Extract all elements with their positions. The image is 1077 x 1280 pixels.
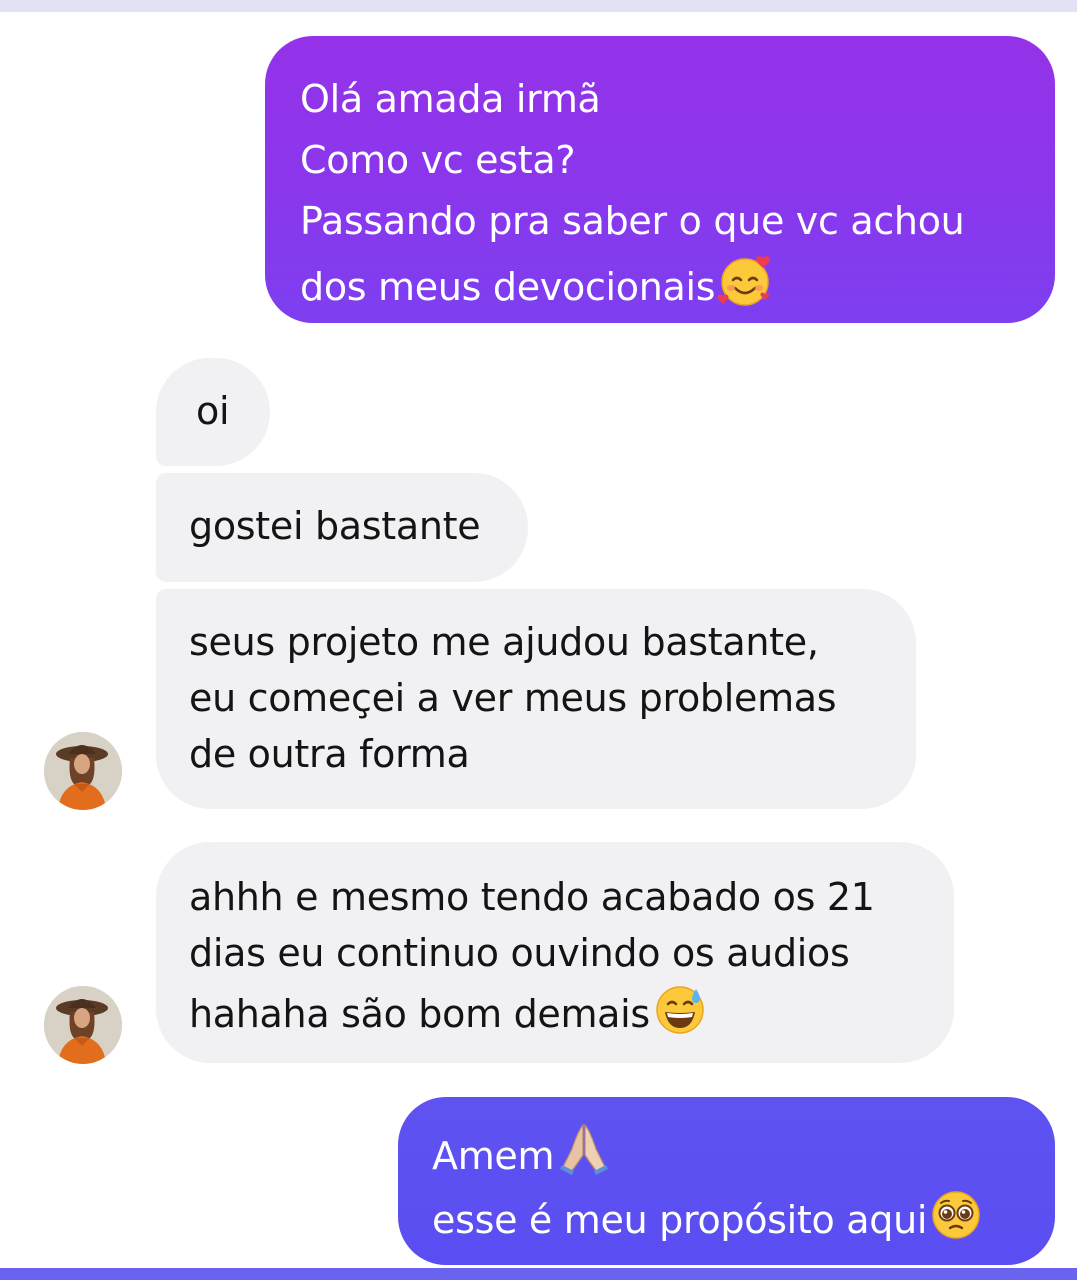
message-line: Como vc esta? bbox=[300, 138, 576, 182]
message-line: Passando pra saber o que vc achou bbox=[300, 199, 965, 243]
message-line: dias eu continuo ouvindo os audios bbox=[189, 931, 850, 975]
incoming-message-bubble[interactable]: seus projeto me ajudou bastante, eu come… bbox=[156, 589, 916, 809]
contact-avatar[interactable] bbox=[44, 732, 122, 810]
smiling-face-with-hearts-icon bbox=[717, 256, 771, 306]
incoming-message-bubble[interactable]: gostei bastante bbox=[156, 473, 528, 582]
message-line-with-emoji: hahaha são bom demais bbox=[189, 981, 954, 1042]
outgoing-message-bubble[interactable]: Olá amada irmã Como vc esta? Passando pr… bbox=[265, 36, 1055, 323]
outgoing-message-bubble[interactable]: Amem esse é meu propósito aqui bbox=[398, 1097, 1055, 1265]
message-line: gostei bastante bbox=[189, 504, 481, 548]
incoming-message-bubble[interactable]: oi bbox=[156, 358, 270, 466]
grinning-face-with-sweat-icon bbox=[656, 986, 704, 1034]
message-line-with-emoji: Amem bbox=[432, 1121, 1055, 1187]
message-line: ahhh e mesmo tendo acabado os 21 bbox=[189, 875, 875, 919]
pleading-face-icon bbox=[932, 1191, 980, 1239]
message-line-text: hahaha são bom demais bbox=[189, 992, 650, 1036]
folded-hands-icon bbox=[560, 1123, 609, 1175]
bottom-edge-strip bbox=[0, 1268, 1077, 1280]
message-line: seus projeto me ajudou bastante, bbox=[189, 620, 819, 664]
message-line-text: Amem bbox=[432, 1134, 555, 1178]
message-line-text: esse é meu propósito aqui bbox=[432, 1198, 928, 1242]
message-line-with-emoji: dos meus devocionais bbox=[300, 252, 1055, 318]
incoming-message-bubble[interactable]: ahhh e mesmo tendo acabado os 21 dias eu… bbox=[156, 842, 954, 1063]
contact-avatar[interactable] bbox=[44, 986, 122, 1064]
message-line: de outra forma bbox=[189, 732, 470, 776]
person-avatar-icon bbox=[44, 986, 122, 1064]
message-line: Olá amada irmã bbox=[300, 77, 601, 121]
top-edge-strip bbox=[0, 0, 1077, 12]
message-line: eu começei a ver meus problemas bbox=[189, 676, 837, 720]
message-line: oi bbox=[196, 389, 230, 433]
message-line-text: dos meus devocionais bbox=[300, 265, 716, 309]
message-line-with-emoji: esse é meu propósito aqui bbox=[432, 1187, 1055, 1251]
person-avatar-icon bbox=[44, 732, 122, 810]
